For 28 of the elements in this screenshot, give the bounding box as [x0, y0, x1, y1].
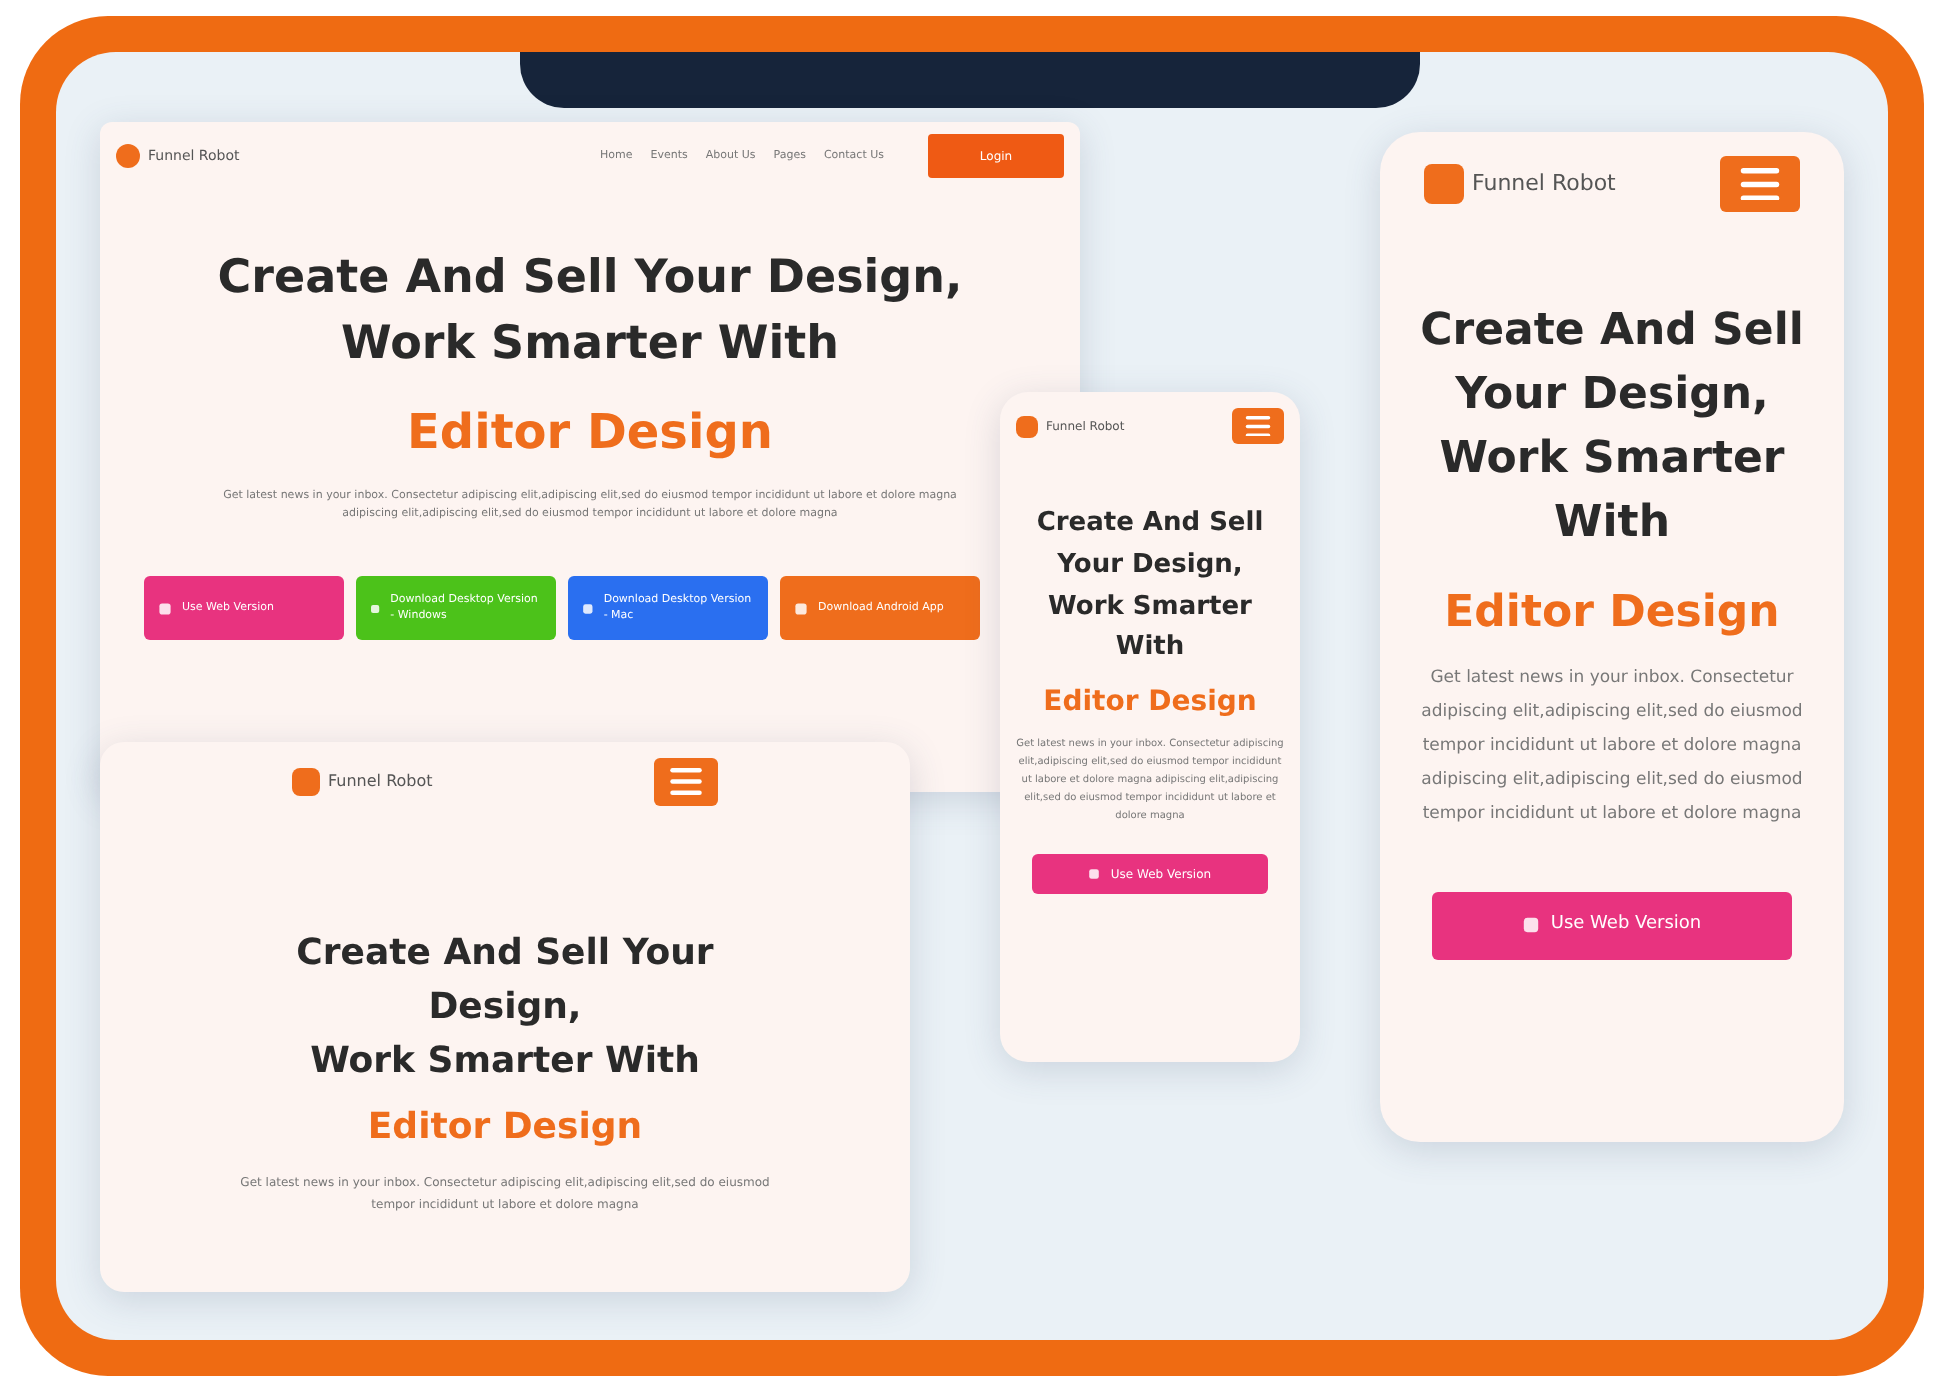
menu-button[interactable] — [1232, 408, 1284, 444]
logo-text: Funnel Robot — [1472, 167, 1616, 200]
logo-icon — [292, 768, 320, 796]
hero-accent-heading: Editor Design — [367, 1104, 643, 1152]
hero-heading: Create And Sell Your Design, Work Smarter With — [1418, 304, 1806, 552]
logo-icon — [1016, 415, 1038, 437]
logo-icon — [1424, 164, 1464, 204]
menu-button[interactable] — [1720, 156, 1800, 212]
logo-icon — [116, 144, 140, 168]
hero-heading: Create And Sell Your Design, Work Smarter With — [1034, 506, 1266, 667]
hero-accent-heading: Editor Design — [407, 401, 773, 464]
button-icon — [794, 601, 808, 616]
menu-button[interactable] — [654, 758, 718, 806]
menu-icon — [1738, 167, 1782, 201]
button-icon — [1088, 868, 1101, 881]
hero-paragraph: Get latest news in your inbox. Consectetur adipiscing elit,adipiscing elit,sed do eiusmod tempor incididunt ut labore et dolore magna adipiscing elit,adipiscing elit,sed do eiusmod tempor incididunt ut labore et dolore magna — [1419, 665, 1805, 828]
button-icon — [370, 601, 381, 616]
menu-icon — [1244, 415, 1272, 437]
hero-heading: Create And Sell Your Design, Work Smarter With — [294, 930, 716, 1086]
hero-accent-heading: Editor Design — [1043, 684, 1257, 723]
button-icon — [158, 601, 172, 616]
button-icon — [1522, 916, 1541, 935]
button-icon — [582, 601, 594, 616]
hero-accent-heading: Editor Design — [1444, 585, 1780, 642]
hero-heading: Create And Sell Your Design, Work Smarter With — [217, 250, 963, 375]
cta-button[interactable]: Use Web Version — [1432, 891, 1792, 960]
menu-icon — [668, 768, 704, 796]
logo-text: Funnel Robot — [328, 770, 433, 794]
